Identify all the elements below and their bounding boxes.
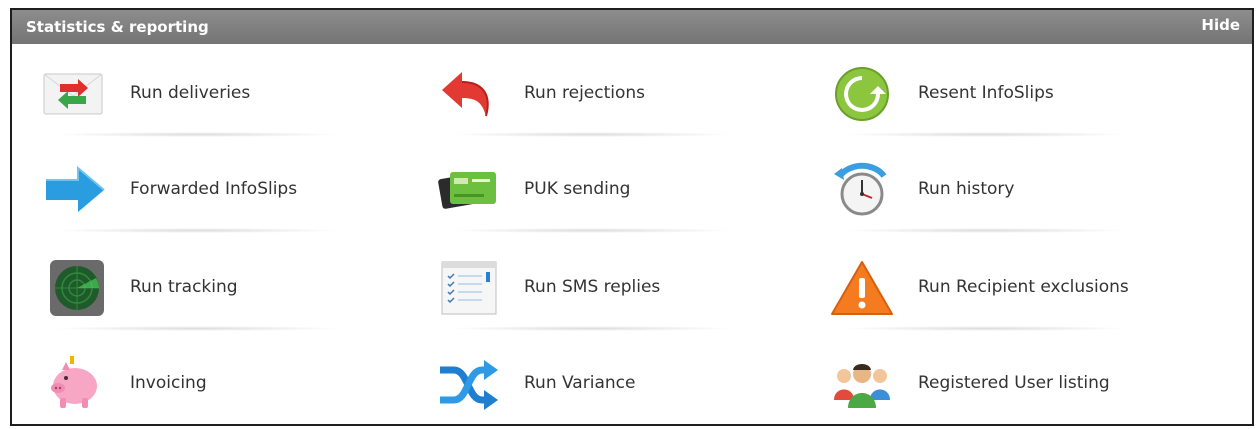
report-item-run-rejections[interactable]: Run rejections bbox=[406, 54, 736, 137]
report-item-forwarded-infoslips[interactable]: Forwarded InfoSlips bbox=[12, 150, 342, 233]
report-item-run-recipient-exclusions[interactable]: Run Recipient exclusions bbox=[800, 248, 1130, 331]
panel-header: Statistics & reporting Hide bbox=[12, 10, 1252, 44]
piggy-bank-icon bbox=[51, 356, 97, 408]
credit-card-icon bbox=[438, 172, 496, 209]
warning-icon bbox=[831, 261, 893, 315]
users-group-icon bbox=[834, 364, 890, 408]
report-item-run-sms-replies[interactable]: Run SMS replies bbox=[406, 248, 736, 331]
checklist-icon bbox=[441, 261, 497, 315]
report-item-label: Run tracking bbox=[130, 277, 238, 297]
report-item-label: Run Variance bbox=[524, 373, 636, 393]
report-item-label: Run deliveries bbox=[130, 83, 251, 103]
report-item-label: Invoicing bbox=[130, 373, 207, 393]
report-item-run-history[interactable]: Run history bbox=[800, 150, 1130, 233]
report-item-label: Forwarded InfoSlips bbox=[130, 179, 298, 199]
report-item-registered-user-listing[interactable]: Registered User listing bbox=[800, 344, 1130, 424]
envelope-exchange-icon bbox=[43, 73, 103, 115]
statistics-reporting-panel: Statistics & reporting Hide Run deliveri… bbox=[10, 8, 1254, 426]
report-grid: Run deliveries Run rejections Resent Inf… bbox=[12, 44, 1252, 424]
report-item-label: Run history bbox=[918, 179, 1015, 199]
report-item-run-variance[interactable]: Run Variance bbox=[406, 344, 736, 424]
refresh-circle-icon bbox=[835, 67, 889, 121]
hide-link[interactable]: Hide bbox=[1201, 8, 1240, 42]
forward-arrow-icon bbox=[46, 165, 105, 212]
report-item-label: Run Recipient exclusions bbox=[918, 277, 1129, 297]
report-item-puk-sending[interactable]: PUK sending bbox=[406, 150, 736, 233]
report-item-run-tracking[interactable]: Run tracking bbox=[12, 248, 342, 331]
report-item-label: PUK sending bbox=[524, 179, 631, 199]
report-item-run-deliveries[interactable]: Run deliveries bbox=[12, 54, 342, 137]
panel-title: Statistics & reporting bbox=[26, 18, 209, 36]
report-item-resent-infoslips[interactable]: Resent InfoSlips bbox=[800, 54, 1130, 137]
report-item-invoicing[interactable]: Invoicing bbox=[12, 344, 342, 424]
report-item-label: Run rejections bbox=[524, 83, 646, 103]
radar-icon bbox=[50, 260, 104, 316]
undo-arrow-icon bbox=[442, 72, 489, 117]
report-item-label: Resent InfoSlips bbox=[918, 83, 1054, 103]
clock-history-icon bbox=[834, 162, 887, 216]
report-item-label: Run SMS replies bbox=[524, 277, 661, 297]
report-item-label: Registered User listing bbox=[918, 373, 1110, 393]
shuffle-icon bbox=[440, 360, 498, 410]
